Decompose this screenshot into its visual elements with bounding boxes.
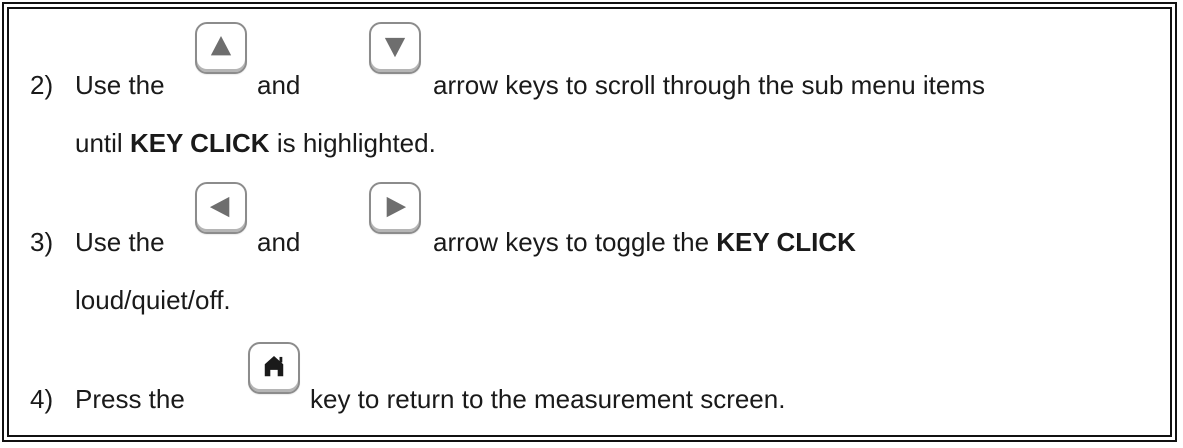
step-text-line2: until KEY CLICK is highlighted. — [75, 128, 436, 158]
step-text-press: Press the — [75, 384, 185, 414]
home-key[interactable] — [248, 342, 300, 394]
up-arrow-key[interactable] — [195, 22, 247, 74]
step-text-use: Use the — [75, 70, 165, 100]
step-text-rest: arrow keys to scroll through the sub men… — [433, 70, 986, 100]
step-number: 4) — [30, 384, 54, 414]
step-number: 2) — [30, 70, 54, 100]
left-arrow-icon — [209, 196, 230, 218]
key-click-label: KEY CLICK — [129, 128, 270, 158]
key-click-label: KEY CLICK — [716, 227, 856, 257]
right-arrow-icon — [386, 196, 407, 218]
home-icon — [264, 356, 284, 377]
up-arrow-icon — [210, 36, 232, 56]
step-text-and: and — [257, 227, 301, 257]
step-text-and: and — [257, 70, 301, 100]
left-arrow-key[interactable] — [195, 182, 247, 234]
down-arrow-key[interactable] — [369, 22, 421, 74]
step-text-line2: loud/quiet/off. — [75, 285, 231, 315]
down-arrow-icon — [384, 37, 406, 58]
step-text-line1: arrow keys to toggle the KEY CLICK — [433, 227, 856, 257]
step-number: 3) — [30, 227, 54, 257]
right-arrow-key[interactable] — [369, 182, 421, 234]
step-text-rest: key to return to the measurement screen. — [310, 384, 786, 414]
step-text-use: Use the — [75, 227, 165, 257]
